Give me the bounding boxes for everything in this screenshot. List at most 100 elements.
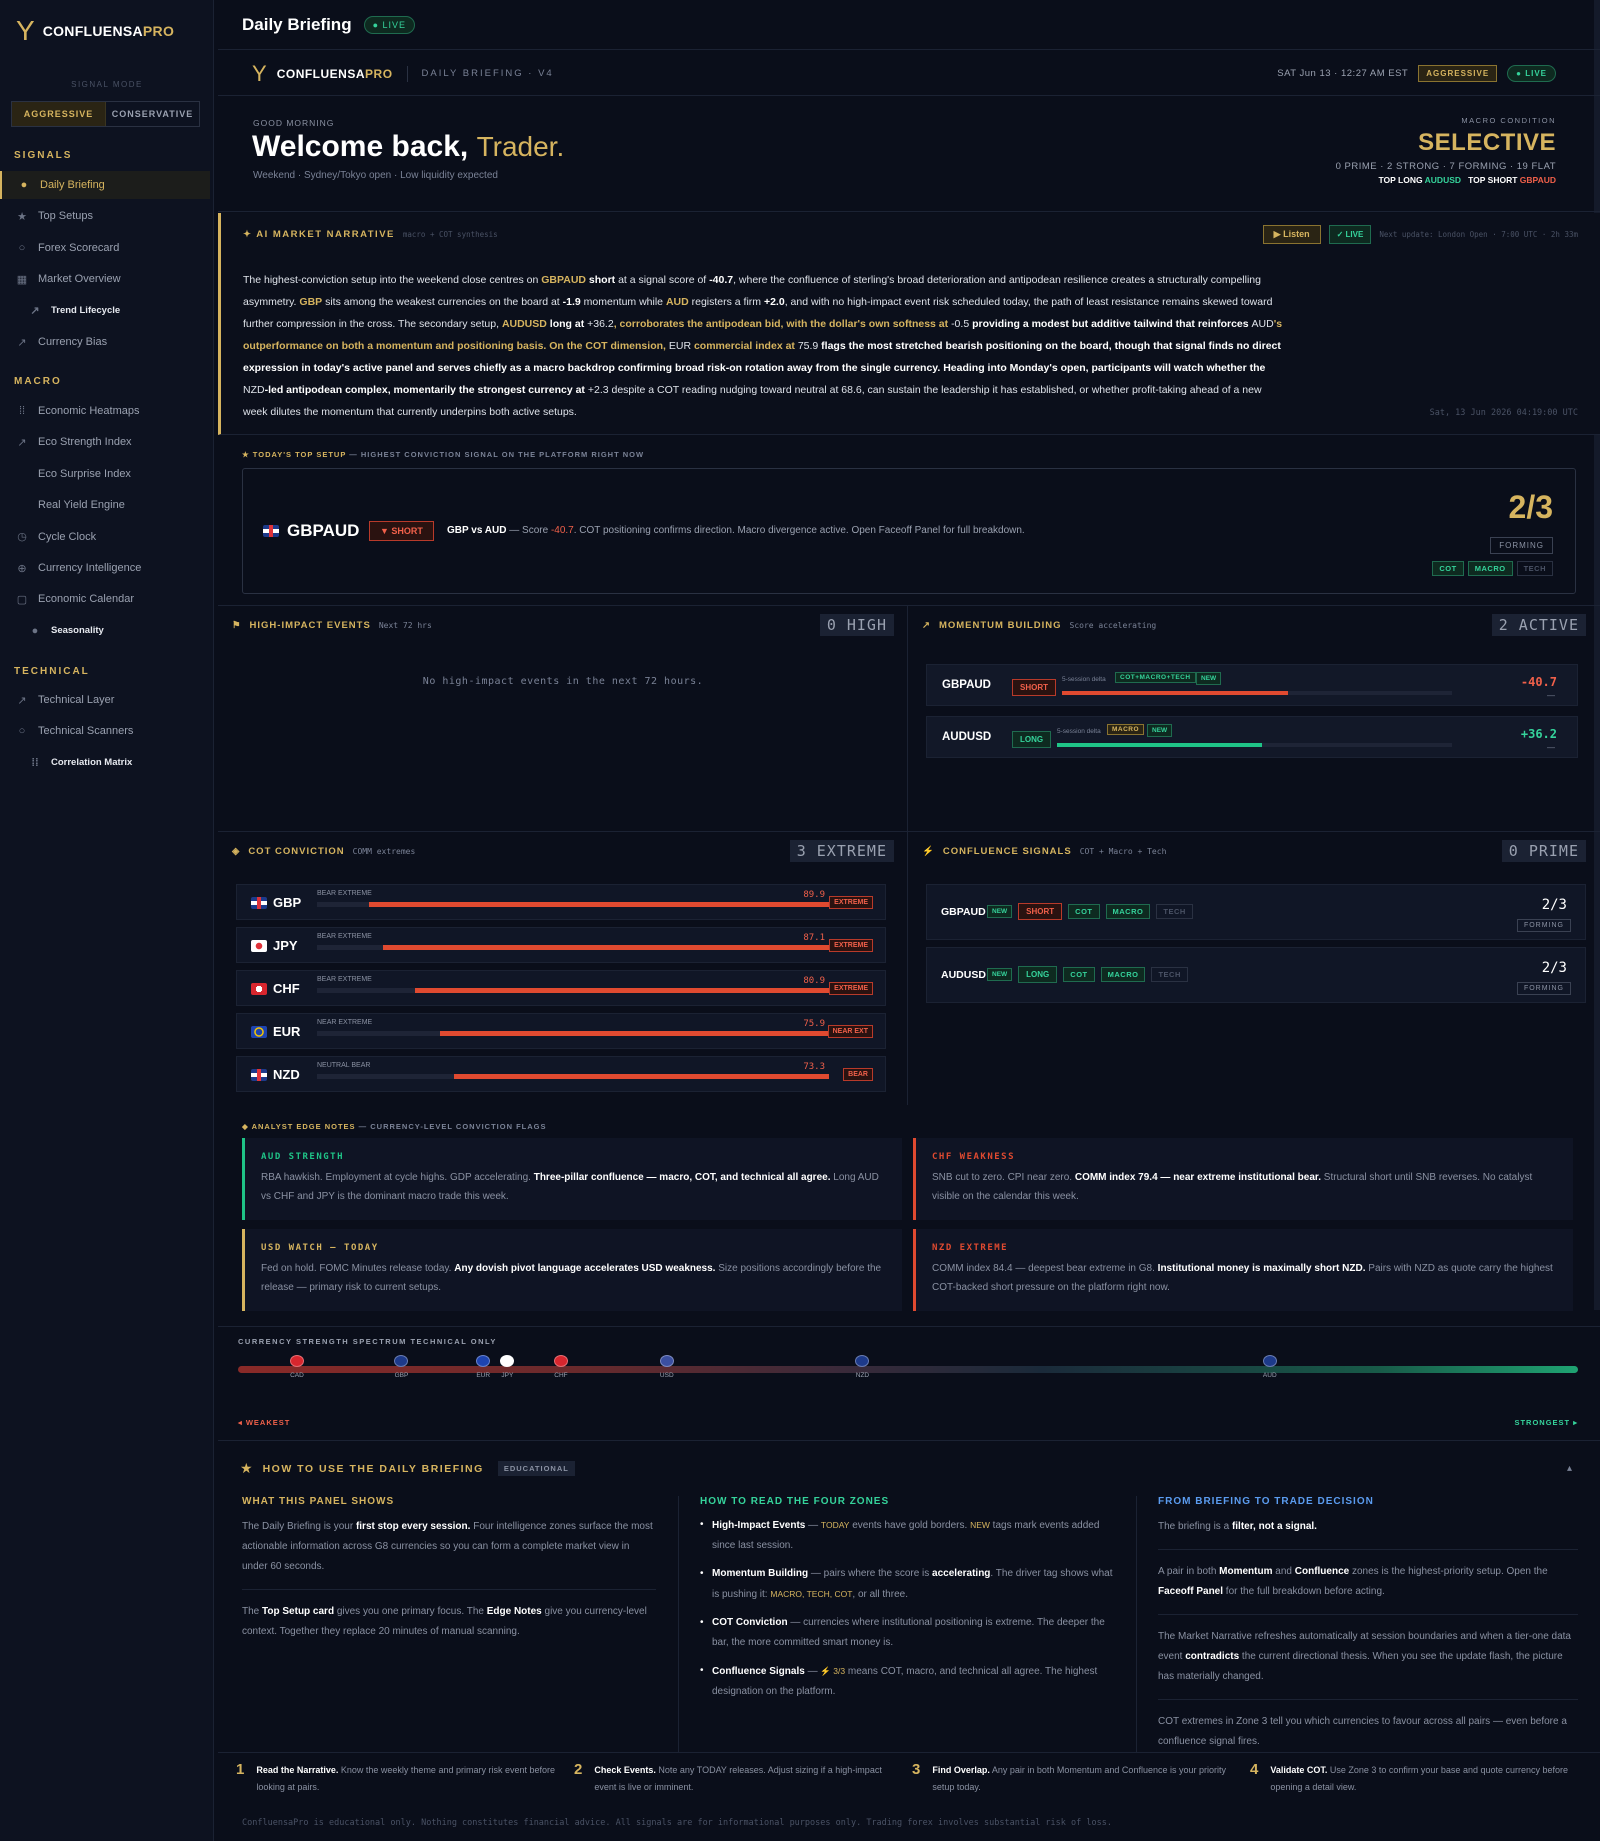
momentum-row[interactable]: AUDUSD LONG 5-session delta MACRO NEW +36.2 — <box>926 716 1578 758</box>
how-to-use-header[interactable]: ★ HOW TO USE THE DAILY BRIEFING EDUCATIO… <box>218 1440 1600 1496</box>
cot-label: BEAR EXTREME <box>317 933 372 940</box>
sidebar-item-cycle-clock[interactable]: ◷ Cycle Clock <box>0 523 210 551</box>
listen-button[interactable]: ▶ Listen <box>1262 225 1321 244</box>
currency-code: USD <box>659 1372 674 1379</box>
clock-icon: ◷ <box>17 531 27 544</box>
momentum-row[interactable]: GBPAUD SHORT 5-session delta COT+MACRO+TECH… <box>926 664 1578 706</box>
spectrum-marker-usd[interactable]: USD <box>647 1355 687 1379</box>
zone-item: Confluence Signals — ⚡ 3/3 means COT, ma… <box>700 1661 1116 1702</box>
spectrum-header: CURRENCY STRENGTH SPECTRUM TECHNICAL ONL… <box>238 1337 497 1346</box>
high-impact-events-panel: ⚑ HIGH-IMPACT EVENTS Next 72 hrs 0 HIGH No… <box>218 605 908 830</box>
collapse-icon[interactable]: ▴ <box>1567 1463 1572 1474</box>
note-title: CHF WEAKNESS <box>932 1152 1016 1162</box>
edge-note[interactable]: USD WATCH — TODAY Fed on hold. FOMC Minut… <box>242 1229 902 1311</box>
cot-row[interactable]: GBP BEAR EXTREME 89.9 EXTREME <box>236 884 886 920</box>
dot-icon: ● <box>31 624 39 637</box>
greeting: GOOD MORNING <box>253 118 335 128</box>
sidebar-item-forex-scorecard[interactable]: ○ Forex Scorecard <box>0 234 210 262</box>
spectrum-marker-cad[interactable]: CAD <box>277 1355 317 1379</box>
sidebar-item-daily-briefing[interactable]: ● Daily Briefing <box>0 171 210 199</box>
edge-notes-header: ◆ ANALYST EDGE NOTES — CURRENCY-LEVEL CO… <box>242 1122 547 1131</box>
confluence-row[interactable]: GBPAUD NEW SHORT COT MACRO TECH 2/3 FORMING <box>926 884 1586 940</box>
cot-value: 75.9 <box>803 1019 825 1029</box>
extreme-tag: EXTREME <box>829 939 873 952</box>
sidebar-item-seasonality[interactable]: ● Seasonality <box>0 617 210 645</box>
momentum-count: 2 ACTIVE <box>1491 614 1586 636</box>
sidebar-item-technical-scanners[interactable]: ○ Technical Scanners <box>0 717 210 745</box>
sidebar-item-trend-lifecycle[interactable]: ↗ Trend Lifecycle <box>0 297 210 325</box>
mode-aggressive-button[interactable]: AGGRESSIVE <box>12 102 106 126</box>
events-count: 0 HIGH <box>819 614 894 636</box>
mode-badge: AGGRESSIVE <box>1418 65 1498 82</box>
currency-code: GBP <box>273 895 302 910</box>
cot-value: 73.3 <box>803 1062 825 1072</box>
panel-title: CONFLUENCE SIGNALS <box>942 846 1072 857</box>
currency-code: CHF <box>554 1372 568 1379</box>
sidebar-item-market-overview[interactable]: ▦ Market Overview <box>0 265 210 293</box>
sidebar-item-eco-surprise-index[interactable]: Eco Surprise Index <box>0 460 210 488</box>
momentum-bar <box>1057 743 1452 747</box>
market-narrative: ✦ AI MARKET NARRATIVE macro + COT synthe… <box>218 213 1600 435</box>
sidebar-item-currency-intelligence[interactable]: ⊕ Currency Intelligence <box>0 554 210 582</box>
sidebar-item-top-setups[interactable]: ★ Top Setups <box>0 202 210 230</box>
note-body: Fed on hold. FOMC Minutes release today.… <box>261 1263 882 1293</box>
sidebar-item-currency-bias[interactable]: ↗ Currency Bias <box>0 328 210 356</box>
step-2: 2 Check Events. Note any TODAY releases. … <box>574 1761 894 1796</box>
live-badge: ✓ LIVE <box>1328 225 1372 244</box>
edge-note[interactable]: NZD EXTREME COMM index 84.4 — deepest bea… <box>913 1229 1573 1311</box>
currency-code: JPY <box>501 1372 514 1379</box>
confluence-row[interactable]: AUDUSD NEW LONG COT MACRO TECH 2/3 FORMING <box>926 947 1586 1003</box>
cot-row[interactable]: NZD NEUTRAL BEAR 73.3 BEAR <box>236 1056 886 1092</box>
gb-flag-icon <box>263 525 279 537</box>
technical-section-title: TECHNICAL <box>14 666 90 677</box>
cot-row[interactable]: JPY BEAR EXTREME 87.1 EXTREME <box>236 927 886 963</box>
mode-conservative-button[interactable]: CONSERVATIVE <box>106 102 199 126</box>
sidebar-item-label: Technical Scanners <box>38 725 134 738</box>
educational-badge: EDUCATIONAL <box>497 1461 575 1476</box>
gbp-flag-icon <box>394 1355 409 1367</box>
circle-icon: ○ <box>18 725 26 738</box>
trend-icon: ↗ <box>30 305 40 318</box>
cot-bar <box>317 1074 829 1079</box>
target-icon: ◈ <box>232 846 241 857</box>
sidebar-item-technical-layer[interactable]: ↗ Technical Layer <box>0 686 210 714</box>
cot-bar-fill <box>440 1031 829 1036</box>
spectrum-marker-gbp[interactable]: GBP <box>381 1355 421 1379</box>
signal-score: 2/3 <box>1541 897 1567 913</box>
spectrum-marker-chf[interactable]: CHF <box>541 1355 581 1379</box>
edge-note[interactable]: AUD STRENGTH RBA hawkish. Employment at c… <box>242 1138 902 1220</box>
currency-code: NZD <box>273 1067 300 1082</box>
blank-icon <box>15 498 29 512</box>
sidebar-item-economic-heatmaps[interactable]: ⁞⁞ Economic Heatmaps <box>0 397 210 425</box>
gb-flag-icon <box>251 897 267 909</box>
sidebar-item-economic-calendar[interactable]: ▢ Economic Calendar <box>0 585 210 613</box>
sidebar-item-label: Forex Scorecard <box>38 241 120 254</box>
brand-logo[interactable]: Y CONFLUENSAPRO <box>16 17 174 45</box>
cot-row[interactable]: CHF BEAR EXTREME 80.9 EXTREME <box>236 970 886 1006</box>
sidebar-item-eco-strength-index[interactable]: ↗ Eco Strength Index <box>0 428 210 456</box>
step-number: 2 <box>574 1761 583 1778</box>
pillar-tags: COT MACRO TECH <box>1432 561 1553 576</box>
momentum-building-panel: ↗ MOMENTUM BUILDING Score accelerating 2 A… <box>908 605 1600 830</box>
pillar-tag: COT <box>1063 967 1095 982</box>
sidebar-item-real-yield-engine[interactable]: Real Yield Engine <box>0 491 210 519</box>
confluence-count: 0 PRIME <box>1501 840 1586 862</box>
edge-note[interactable]: CHF WEAKNESS SNB cut to zero. CPI near ze… <box>913 1138 1573 1220</box>
top-short-pair[interactable]: GBPAUD <box>1520 175 1556 185</box>
col-title: WHAT THIS PANEL SHOWS <box>242 1496 395 1507</box>
direction-badge: LONG <box>1018 966 1058 983</box>
top-long-pair[interactable]: AUDUSD <box>1425 175 1461 185</box>
spectrum-marker-aud[interactable]: AUD <box>1250 1355 1290 1379</box>
blank-icon <box>15 467 29 481</box>
header-datetime: SAT Jun 13 · 12:27 AM EST <box>1277 68 1409 79</box>
sidebar-item-label: Trend Lifecycle <box>51 305 121 317</box>
top-setup-card[interactable]: GBPAUD ▼ SHORT GBP vs AUD — Score -40.7.… <box>242 468 1576 594</box>
delta-label: 5-session delta <box>1057 728 1101 735</box>
sidebar-item-correlation-matrix[interactable]: ⁞⁞ Correlation Matrix <box>0 749 210 777</box>
spectrum-marker-nzd[interactable]: NZD <box>842 1355 882 1379</box>
zone-item: COT Conviction — currencies where instit… <box>700 1613 1116 1653</box>
driver-tag: COT+MACRO+TECH <box>1115 672 1196 683</box>
divider <box>678 1496 679 1752</box>
spectrum-marker-jpy[interactable]: JPY <box>487 1355 527 1379</box>
cot-row[interactable]: EUR NEAR EXTREME 75.9 NEAR EXT <box>236 1013 886 1049</box>
